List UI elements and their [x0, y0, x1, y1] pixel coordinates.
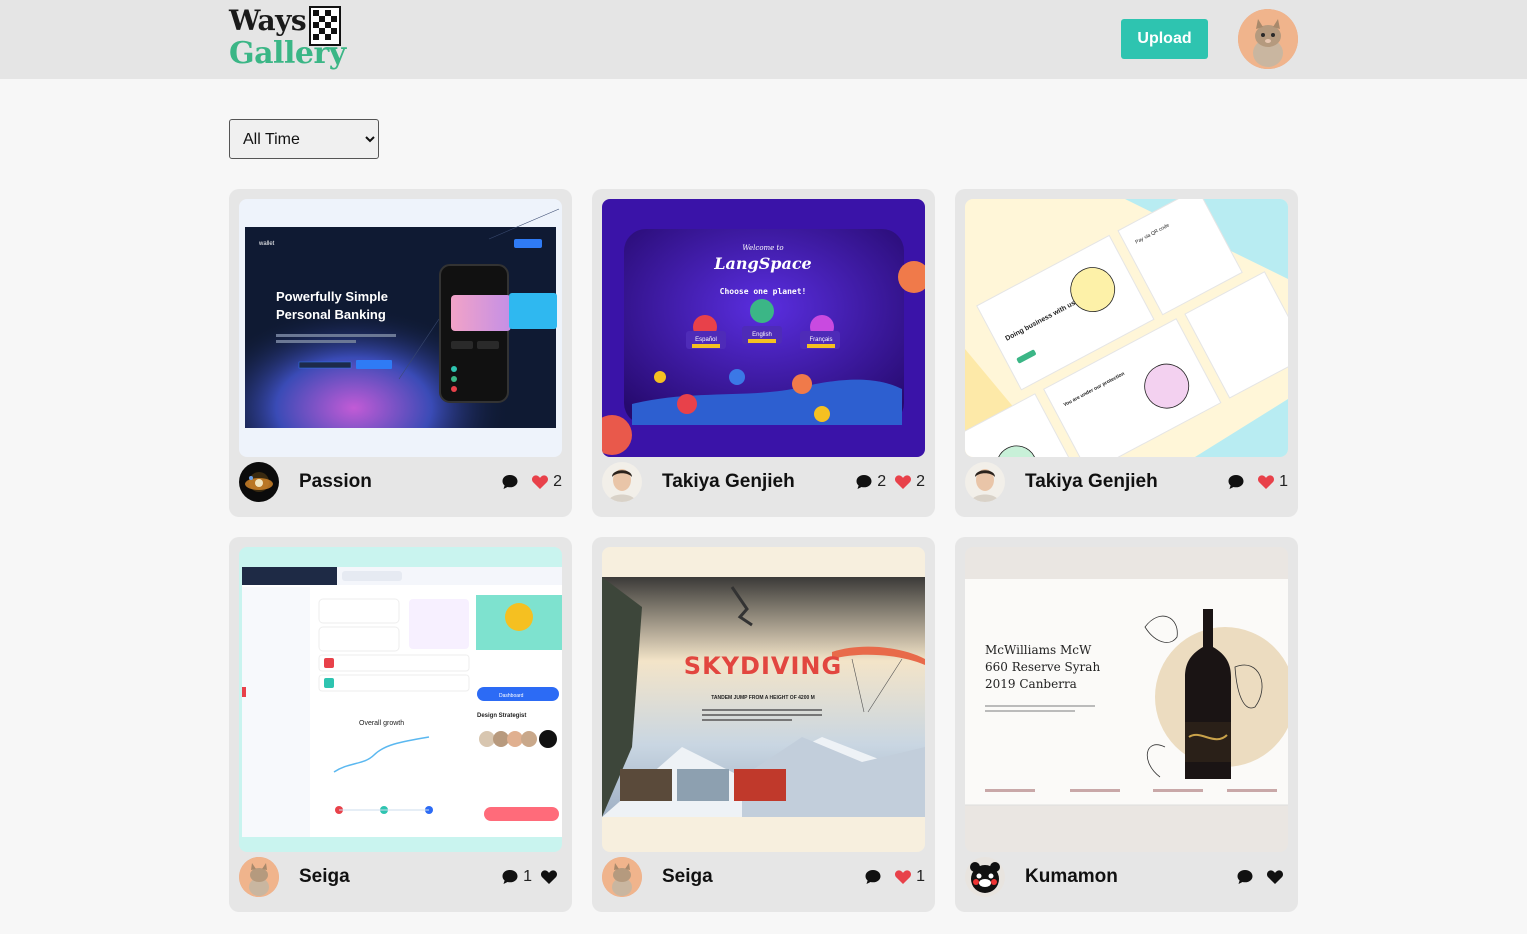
post-card[interactable]: Welcome to LangSpace Choose one planet! … — [592, 189, 935, 517]
thumb-welcome: Welcome to — [742, 244, 783, 252]
author-name[interactable]: Seiga — [299, 866, 350, 888]
thumb-line-1: McWilliams McW — [985, 643, 1092, 657]
ways-gallery-logo[interactable]: Ways Gallery — [229, 4, 346, 74]
thumb-line-2: 660 Reserve Syrah — [985, 660, 1100, 674]
kumamon-avatar-icon — [965, 857, 1005, 897]
comment-count: 2 — [877, 473, 887, 490]
thumb-line-3: 2019 Canberra — [985, 677, 1077, 691]
heart-icon[interactable] — [894, 473, 912, 491]
author-avatar[interactable] — [602, 462, 642, 502]
business-landing-preview: Doing business with us is profit Pay via… — [965, 199, 1288, 457]
heart-icon[interactable] — [894, 868, 912, 886]
post-thumbnail[interactable]: wallet Powerfully Simple Personal Bankin… — [239, 199, 562, 457]
comment-icon[interactable] — [501, 868, 519, 886]
heart-icon[interactable] — [531, 473, 549, 491]
thumb-subtitle: TANDEM JUMP FROM A HEIGHT OF 4200 M — [711, 695, 815, 701]
banking-app-preview: wallet Powerfully Simple Personal Bankin… — [239, 199, 562, 457]
thumb-title: SKYDIVING — [684, 652, 842, 680]
post-thumbnail[interactable]: Welcome to LangSpace Choose one planet! … — [602, 199, 925, 457]
upload-button[interactable]: Upload — [1121, 19, 1208, 59]
cat-avatar-icon — [602, 857, 642, 897]
post-stats — [1236, 868, 1288, 886]
like-count: 2 — [916, 473, 925, 490]
author-avatar[interactable] — [239, 857, 279, 897]
thumb-title: LangSpace — [713, 254, 811, 273]
thumb-subtitle: Choose one planet! — [720, 287, 807, 296]
post-stats: 2 — [501, 473, 562, 491]
heart-icon[interactable] — [1257, 473, 1275, 491]
comment-icon[interactable] — [1236, 868, 1254, 886]
post-stats: 2 2 — [855, 473, 925, 491]
heart-icon[interactable] — [540, 868, 558, 886]
post-thumbnail[interactable]: SKYDIVING TANDEM JUMP FROM A HEIGHT OF 4… — [602, 547, 925, 852]
thumb-text-3: Dashboard — [499, 693, 524, 699]
logo-word-ways: Ways — [229, 4, 307, 37]
author-avatar[interactable] — [239, 462, 279, 502]
comment-count: 1 — [523, 868, 532, 885]
comment-icon[interactable] — [864, 868, 882, 886]
post-card[interactable]: McWilliams McW 660 Reserve Syrah 2019 Ca… — [955, 537, 1298, 912]
person-avatar-icon — [965, 462, 1005, 502]
skydiving-preview: SKYDIVING TANDEM JUMP FROM A HEIGHT OF 4… — [602, 547, 925, 852]
like-count: 2 — [553, 473, 562, 490]
author-avatar[interactable] — [965, 857, 1005, 897]
top-navbar: Ways Gallery Upload — [0, 0, 1527, 79]
post-card[interactable]: Doing business with us is profit Pay via… — [955, 189, 1298, 517]
post-card[interactable]: Overall growth Dashboard Design Strategi… — [229, 537, 572, 912]
author-name[interactable]: Takiya Genjieh — [1025, 471, 1158, 493]
galaxy-avatar-icon — [239, 462, 279, 502]
thumb-text-2: Design Strategist — [477, 713, 526, 719]
time-filter-select[interactable]: All Time — [229, 119, 379, 159]
author-name[interactable]: Takiya Genjieh — [662, 471, 795, 493]
thumb-brand: wallet — [258, 241, 275, 247]
thumb-option-3: Français — [809, 337, 832, 343]
post-thumbnail[interactable]: Doing business with us is profit Pay via… — [965, 199, 1288, 457]
post-card[interactable]: SKYDIVING TANDEM JUMP FROM A HEIGHT OF 4… — [592, 537, 935, 912]
thumb-option-2: English — [752, 332, 772, 338]
author-avatar[interactable] — [965, 462, 1005, 502]
logo-word-gallery: Gallery — [229, 36, 346, 71]
comment-icon[interactable] — [1227, 473, 1245, 491]
post-thumbnail[interactable]: Overall growth Dashboard Design Strategi… — [239, 547, 562, 852]
post-stats: 1 — [501, 868, 562, 886]
langspace-preview: Welcome to LangSpace Choose one planet! … — [602, 199, 925, 457]
post-stats: 1 — [864, 868, 925, 886]
thumb-option-1: Español — [695, 337, 717, 343]
cat-avatar-icon — [1238, 9, 1298, 69]
post-stats: 1 — [1227, 473, 1288, 491]
like-count: 1 — [1279, 473, 1288, 490]
comment-icon[interactable] — [855, 473, 873, 491]
thumb-headline-2: Personal Banking — [276, 307, 386, 322]
author-name[interactable]: Passion — [299, 471, 372, 493]
post-card[interactable]: wallet Powerfully Simple Personal Bankin… — [229, 189, 572, 517]
heart-icon[interactable] — [1266, 868, 1284, 886]
post-thumbnail[interactable]: McWilliams McW 660 Reserve Syrah 2019 Ca… — [965, 547, 1288, 852]
like-count: 1 — [916, 868, 925, 885]
thumb-text-1: Overall growth — [359, 720, 404, 727]
author-name[interactable]: Seiga — [662, 866, 713, 888]
wine-preview: McWilliams McW 660 Reserve Syrah 2019 Ca… — [965, 547, 1288, 852]
thumb-headline-1: Powerfully Simple — [276, 289, 388, 304]
person-avatar-icon — [602, 462, 642, 502]
dashboard-preview: Overall growth Dashboard Design Strategi… — [239, 547, 562, 852]
comment-icon[interactable] — [501, 473, 519, 491]
author-avatar[interactable] — [602, 857, 642, 897]
author-name[interactable]: Kumamon — [1025, 866, 1118, 888]
user-avatar[interactable] — [1238, 9, 1298, 69]
cat-avatar-icon — [239, 857, 279, 897]
